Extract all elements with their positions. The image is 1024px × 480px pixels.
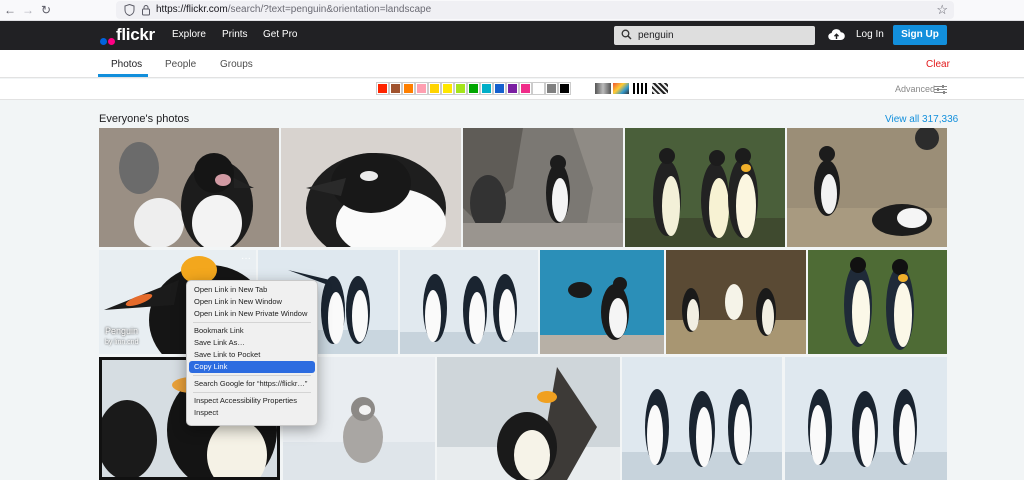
active-tab-indicator	[98, 74, 148, 77]
nav-explore[interactable]: Explore	[172, 29, 206, 40]
menu-item-inspect-accessibility[interactable]: Inspect Accessibility Properties	[189, 395, 315, 407]
view-all-link[interactable]: View all 317,336	[885, 114, 958, 125]
menu-item-open-new-tab[interactable]: Open Link in New Tab	[189, 284, 315, 296]
color-filter-swatch[interactable]	[376, 82, 389, 95]
lock-icon[interactable]	[141, 4, 151, 16]
color-filter-swatch[interactable]	[519, 82, 532, 95]
penguin-photo-image	[622, 357, 782, 480]
menu-item-open-new-window[interactable]: Open Link in New Window	[189, 296, 315, 308]
photo-thumbnail[interactable]	[99, 128, 279, 247]
context-menu: Open Link in New Tab Open Link in New Wi…	[186, 280, 318, 426]
color-filter-swatch[interactable]	[558, 82, 571, 95]
photo-owner[interactable]: by linn.cnd	[105, 337, 138, 348]
search-query: penguin	[638, 30, 674, 41]
tab-groups[interactable]: Groups	[220, 59, 253, 70]
penguin-photo-image	[281, 128, 461, 247]
penguin-photo-image	[463, 128, 623, 247]
photo-thumbnail[interactable]	[540, 250, 664, 354]
menu-item-bookmark-link[interactable]: Bookmark Link	[189, 325, 315, 337]
photo-title[interactable]: Penguin	[105, 326, 138, 337]
login-link[interactable]: Log In	[856, 29, 884, 40]
clear-filters-link[interactable]: Clear	[926, 59, 950, 70]
browser-toolbar: ← → ↻ https://flickr.com/search/?text=pe…	[0, 0, 1024, 21]
color-filter-swatch[interactable]	[402, 82, 415, 95]
nav-get-pro[interactable]: Get Pro	[263, 29, 297, 40]
photo-thumbnail[interactable]	[400, 250, 538, 354]
advanced-filters-link[interactable]: Advanced	[895, 84, 935, 94]
site-header: flickr Explore Prints Get Pro penguin Lo…	[0, 21, 1024, 50]
photo-thumbnail[interactable]	[437, 357, 620, 480]
penguin-photo-image	[808, 250, 947, 354]
photo-thumbnail[interactable]	[808, 250, 947, 354]
color-filter-swatch[interactable]	[441, 82, 454, 95]
sliders-icon[interactable]	[934, 85, 947, 94]
penguin-photo-image	[437, 357, 620, 480]
search-input[interactable]: penguin	[614, 26, 815, 45]
penguin-photo-image	[540, 250, 664, 354]
penguin-photo-image	[787, 128, 947, 247]
url-bar[interactable]: https://flickr.com/search/?text=penguin&…	[116, 1, 954, 19]
reload-icon[interactable]: ↻	[39, 3, 53, 17]
photo-thumbnail[interactable]	[787, 128, 947, 247]
menu-separator	[193, 322, 311, 323]
flickr-logo-dots[interactable]	[100, 32, 116, 50]
color-filter-swatch[interactable]	[545, 82, 558, 95]
forward-arrow-icon[interactable]: →	[21, 3, 35, 17]
penguin-photo-image	[99, 128, 279, 247]
upload-cloud-icon[interactable]	[828, 28, 845, 41]
photo-thumbnail[interactable]	[785, 357, 947, 480]
black-white-filter[interactable]	[595, 83, 611, 94]
back-arrow-icon[interactable]: ←	[3, 3, 17, 17]
minimalist-filter[interactable]	[633, 83, 649, 94]
photo-thumbnail[interactable]	[281, 128, 461, 247]
photo-thumbnail[interactable]	[463, 128, 623, 247]
color-filter-swatch[interactable]	[415, 82, 428, 95]
flickr-logo[interactable]: flickr	[116, 25, 155, 45]
color-filter-swatch[interactable]	[493, 82, 506, 95]
nav-prints[interactable]: Prints	[222, 29, 248, 40]
menu-item-copy-link[interactable]: Copy Link	[189, 361, 315, 373]
color-filter-swatch[interactable]	[532, 82, 545, 95]
color-filter-swatch[interactable]	[428, 82, 441, 95]
photo-thumbnail[interactable]	[666, 250, 806, 354]
menu-item-open-private-window[interactable]: Open Link in New Private Window	[189, 308, 315, 320]
shield-icon[interactable]	[124, 4, 135, 16]
filter-bar: Advanced	[0, 79, 1024, 100]
menu-item-search-google[interactable]: Search Google for “https://flickr…”	[189, 378, 315, 390]
color-filter-swatch[interactable]	[467, 82, 480, 95]
search-icon	[621, 29, 632, 40]
search-type-tabs: Photos People Groups Clear	[0, 50, 1024, 78]
penguin-photo-image	[400, 250, 538, 354]
penguin-photo-image	[625, 128, 785, 247]
menu-separator	[193, 375, 311, 376]
shallow-depth-filter[interactable]	[613, 83, 629, 94]
signup-button[interactable]: Sign Up	[893, 25, 947, 45]
photo-thumbnail[interactable]	[625, 128, 785, 247]
bookmark-star-icon[interactable]: ☆	[936, 2, 948, 18]
url-text: https://flickr.com/search/?text=penguin&…	[156, 4, 432, 15]
tab-people[interactable]: People	[165, 59, 196, 70]
menu-item-inspect[interactable]: Inspect	[189, 407, 315, 419]
tab-photos[interactable]: Photos	[111, 59, 142, 70]
color-filter-swatch[interactable]	[454, 82, 467, 95]
patterns-filter[interactable]	[652, 83, 668, 94]
color-filter-swatch[interactable]	[480, 82, 493, 95]
color-filter-swatch[interactable]	[506, 82, 519, 95]
menu-item-save-to-pocket[interactable]: Save Link to Pocket	[189, 349, 315, 361]
penguin-photo-image	[666, 250, 806, 354]
penguin-photo-image	[785, 357, 947, 480]
section-title: Everyone's photos	[99, 113, 190, 125]
more-options-icon[interactable]: ···	[241, 253, 251, 264]
photo-thumbnail[interactable]	[622, 357, 782, 480]
photo-meta: Penguin by linn.cnd	[105, 326, 138, 348]
color-filter-swatch[interactable]	[389, 82, 402, 95]
menu-separator	[193, 392, 311, 393]
menu-item-save-link-as[interactable]: Save Link As…	[189, 337, 315, 349]
